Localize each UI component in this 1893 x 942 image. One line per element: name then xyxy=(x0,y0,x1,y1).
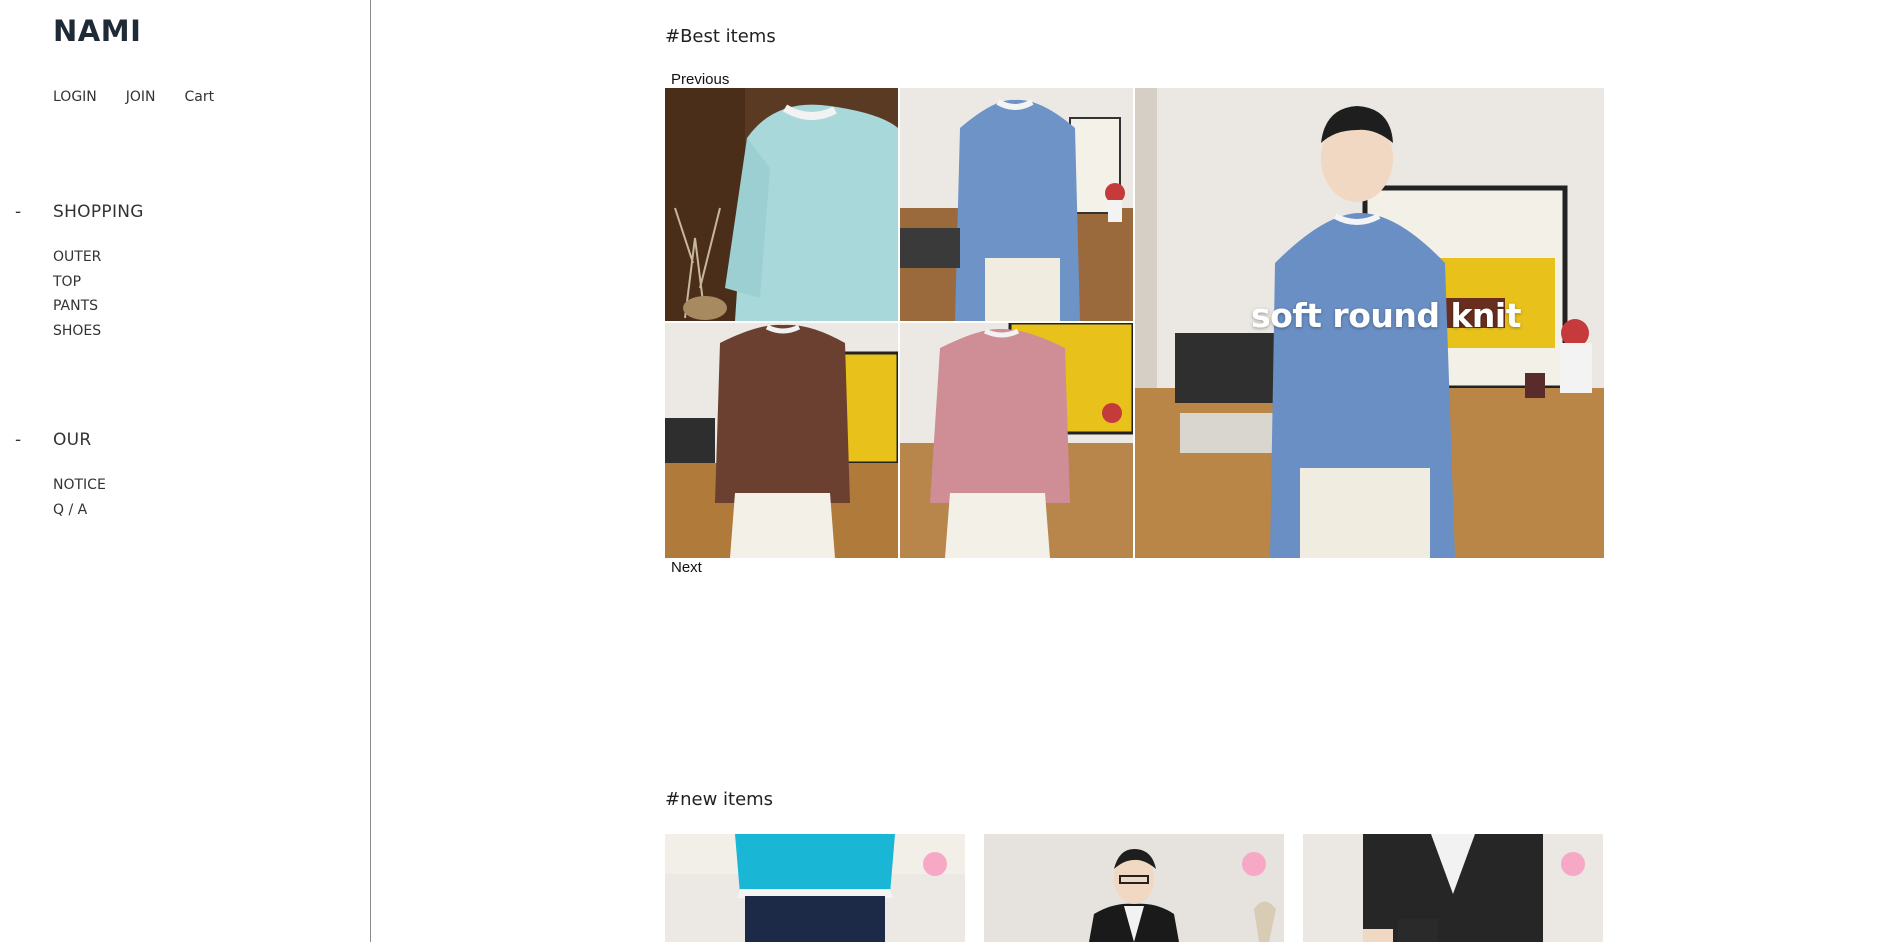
menu-item-pants[interactable]: PANTS xyxy=(53,294,101,319)
our-menu: NOTICE Q / A xyxy=(53,473,106,522)
our-dash: - xyxy=(15,430,22,450)
shopping-menu: OUTER TOP PANTS SHOES xyxy=(53,245,101,343)
new-items-heading: #new items xyxy=(665,789,774,810)
login-link[interactable]: LOGIN xyxy=(53,89,97,105)
cart-link[interactable]: Cart xyxy=(185,89,215,105)
wishlist-heart-icon[interactable] xyxy=(923,852,947,876)
sidebar: NAMI LOGIN JOIN Cart - SHOPPING OUTER TO… xyxy=(0,0,371,942)
product-image-brown-knit[interactable] xyxy=(665,323,898,558)
account-links: LOGIN JOIN Cart xyxy=(53,89,214,105)
new-item-card[interactable] xyxy=(984,834,1284,942)
menu-item-shoes[interactable]: SHOES xyxy=(53,319,101,344)
new-item-card[interactable] xyxy=(665,834,965,942)
join-link[interactable]: JOIN xyxy=(126,89,156,105)
wishlist-heart-icon[interactable] xyxy=(1561,852,1585,876)
hero-caption: soft round knit xyxy=(1251,296,1522,335)
previous-button[interactable]: Previous xyxy=(671,71,729,88)
shopping-title: SHOPPING xyxy=(53,202,144,222)
menu-item-outer[interactable]: OUTER xyxy=(53,245,101,270)
best-items-heading: #Best items xyxy=(665,26,776,47)
product-image-blue-knit[interactable] xyxy=(900,88,1133,321)
menu-item-notice[interactable]: NOTICE xyxy=(53,473,106,498)
best-items-gallery: soft round knit xyxy=(665,88,1604,558)
product-image-pink-knit[interactable] xyxy=(900,323,1133,558)
wishlist-heart-icon[interactable] xyxy=(1242,852,1266,876)
shopping-dash: - xyxy=(15,202,22,222)
product-image-mint-knit[interactable] xyxy=(665,88,898,321)
our-title: OUR xyxy=(53,430,92,450)
menu-item-qa[interactable]: Q / A xyxy=(53,498,106,523)
menu-item-top[interactable]: TOP xyxy=(53,270,101,295)
next-button[interactable]: Next xyxy=(671,559,702,576)
new-item-card[interactable] xyxy=(1303,834,1603,942)
logo[interactable]: NAMI xyxy=(53,14,141,48)
